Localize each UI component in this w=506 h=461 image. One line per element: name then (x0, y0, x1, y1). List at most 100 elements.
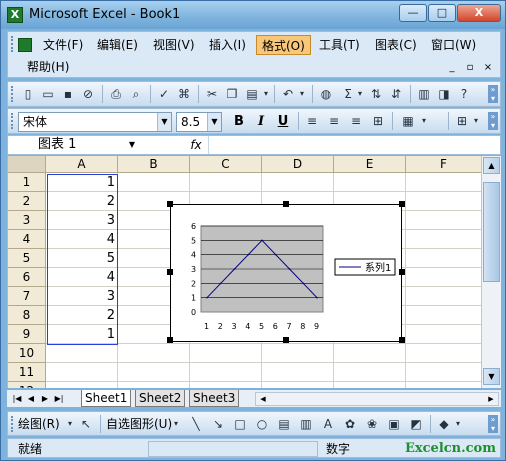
row-header[interactable]: 8 (8, 306, 46, 325)
resize-handle[interactable] (167, 337, 173, 343)
formula-input[interactable] (208, 136, 500, 154)
fill-color-icon[interactable]: ◆ (436, 416, 452, 432)
menu-insert[interactable]: 插入(I) (204, 35, 251, 55)
data-point[interactable] (247, 253, 250, 256)
wordart-icon[interactable]: A (320, 416, 336, 432)
resize-handle[interactable] (283, 201, 289, 207)
data-point[interactable] (302, 282, 305, 285)
cell[interactable] (334, 363, 406, 382)
underline-button[interactable]: U (274, 113, 292, 131)
menu-view[interactable]: 视图(V) (148, 35, 200, 55)
cell[interactable] (406, 287, 481, 306)
research-icon[interactable]: ⌘ (176, 86, 192, 102)
first-sheet-icon[interactable]: |◀ (11, 392, 23, 406)
chevron-down-icon[interactable]: ▾ (172, 416, 180, 432)
data-point[interactable] (206, 296, 208, 299)
drawing-icon[interactable]: ◨ (436, 86, 452, 102)
menu-window[interactable]: 窗口(W) (426, 35, 481, 55)
cell[interactable] (46, 363, 118, 382)
doc-restore-button[interactable]: ▫ (462, 61, 478, 75)
sort-ascending-icon[interactable]: ⇅ (368, 86, 384, 102)
bold-button[interactable]: B (230, 113, 248, 131)
scroll-up-icon[interactable]: ▲ (483, 157, 500, 174)
cell[interactable] (262, 173, 334, 192)
cell[interactable] (262, 344, 334, 363)
currency-dropdown-icon[interactable]: ▾ (420, 113, 428, 129)
diagram-icon[interactable]: ✿ (342, 416, 358, 432)
cell[interactable] (190, 382, 262, 388)
cell[interactable] (406, 173, 481, 192)
column-header-e[interactable]: E (334, 156, 406, 173)
minimize-button[interactable]: — (399, 4, 427, 22)
menu-edit[interactable]: 编辑(E) (92, 35, 143, 55)
textbox-icon[interactable]: ▤ (276, 416, 292, 432)
hyperlink-icon[interactable]: ◍ (318, 86, 334, 102)
oval-icon[interactable]: ○ (254, 416, 270, 432)
cell[interactable] (406, 249, 481, 268)
print-icon[interactable]: ⎙ (108, 86, 124, 102)
close-button[interactable]: X (457, 4, 501, 22)
vertical-textbox-icon[interactable]: ▥ (298, 416, 314, 432)
chart-wizard-icon[interactable]: ▥ (416, 86, 432, 102)
cell[interactable] (334, 382, 406, 388)
row-header[interactable]: 9 (8, 325, 46, 344)
row-header[interactable]: 6 (8, 268, 46, 287)
cell[interactable] (406, 230, 481, 249)
sheet-tab-sheet3[interactable]: Sheet3 (189, 390, 240, 407)
draw-menu-button[interactable]: 绘图(R) (18, 416, 60, 432)
cell[interactable] (406, 306, 481, 325)
data-point[interactable] (233, 268, 236, 270)
data-point[interactable] (316, 296, 318, 299)
cell[interactable] (406, 344, 481, 363)
fill-color-dropdown-icon[interactable]: ▾ (454, 416, 462, 432)
row-header[interactable]: 4 (8, 230, 46, 249)
row-header[interactable]: 12 (8, 382, 46, 388)
resize-handle[interactable] (399, 201, 405, 207)
scroll-left-icon[interactable]: ◀ (256, 393, 270, 405)
menu-file[interactable]: 文件(F) (38, 35, 88, 55)
undo-dropdown-icon[interactable]: ▾ (298, 86, 306, 102)
insert-function-icon[interactable]: fx (186, 136, 206, 154)
menu-help[interactable]: 帮助(H) (22, 57, 74, 77)
next-sheet-icon[interactable]: ▶ (39, 392, 51, 406)
toolbar-options-icon[interactable]: » ▾ (488, 415, 498, 433)
print-preview-icon[interactable]: ⌕ (128, 86, 144, 102)
cell[interactable] (406, 268, 481, 287)
select-objects-icon[interactable]: ↖ (78, 416, 94, 432)
new-icon[interactable]: ▯ (20, 86, 36, 102)
column-header-c[interactable]: C (190, 156, 262, 173)
row-header[interactable]: 10 (8, 344, 46, 363)
vertical-scrollbar[interactable]: ▲ ▼ (481, 156, 501, 388)
save-icon[interactable]: ▪ (60, 86, 76, 102)
line-icon[interactable]: ╲ (188, 416, 204, 432)
menu-tools[interactable]: 工具(T) (314, 35, 365, 55)
cell[interactable] (406, 211, 481, 230)
arrow-icon[interactable]: ↘ (210, 416, 226, 432)
chevron-down-icon[interactable]: ▼ (207, 113, 221, 131)
font-name-select[interactable]: 宋体 ▼ (18, 112, 172, 132)
picture-icon[interactable]: ▣ (386, 416, 402, 432)
paste-icon[interactable]: ▤ (244, 86, 260, 102)
cell[interactable] (406, 363, 481, 382)
cell[interactable] (118, 382, 190, 388)
menu-format[interactable]: 格式(O) (256, 35, 311, 55)
help-icon[interactable]: ? (456, 86, 472, 102)
document-icon[interactable] (18, 38, 32, 52)
font-size-select[interactable]: 8.5 ▼ (176, 112, 222, 132)
toolbar-options-icon[interactable]: » ▾ (488, 112, 498, 130)
cell[interactable] (190, 363, 262, 382)
cell[interactable] (118, 344, 190, 363)
prev-sheet-icon[interactable]: ◀ (25, 392, 37, 406)
resize-handle[interactable] (399, 337, 405, 343)
cell[interactable] (46, 344, 118, 363)
cell[interactable] (118, 173, 190, 192)
chevron-down-icon[interactable]: ▾ (66, 416, 74, 432)
scroll-right-icon[interactable]: ▶ (484, 393, 498, 405)
row-header[interactable]: 1 (8, 173, 46, 192)
cell[interactable] (406, 325, 481, 344)
cut-icon[interactable]: ✂ (204, 86, 220, 102)
permission-icon[interactable]: ⊘ (80, 86, 96, 102)
menu-chart[interactable]: 图表(C) (370, 35, 422, 55)
data-point[interactable] (288, 268, 291, 270)
data-point[interactable] (261, 239, 263, 242)
